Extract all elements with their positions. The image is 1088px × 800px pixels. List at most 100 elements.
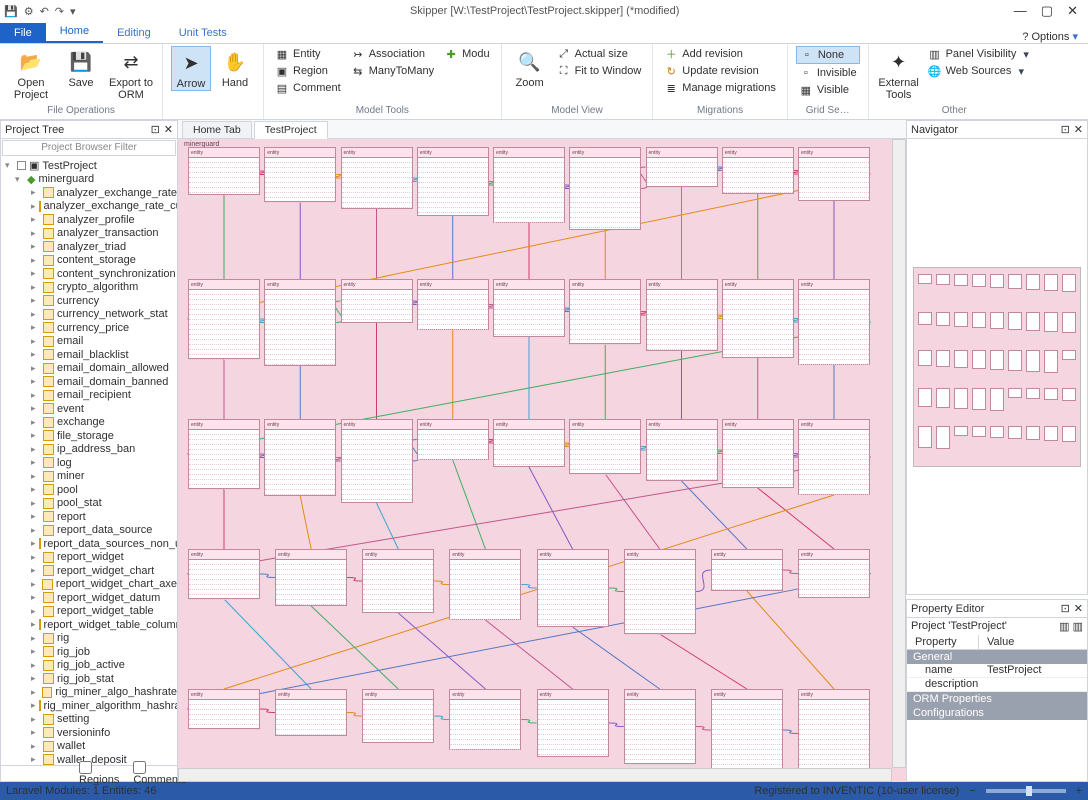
tree-item[interactable]: ▸report_data_sources_non_unique: [1, 537, 177, 551]
gear-icon[interactable]: ⚙: [24, 5, 34, 18]
entity-box[interactable]: entity: [624, 549, 696, 634]
close-icon[interactable]: ✕: [1074, 602, 1083, 615]
entity-box[interactable]: entity: [798, 419, 870, 495]
entity-box[interactable]: entity: [798, 279, 870, 365]
entity-box[interactable]: entity: [362, 549, 434, 613]
tree-item[interactable]: ▸report_widget_chart_axe: [1, 578, 177, 592]
v-scrollbar[interactable]: [892, 139, 906, 768]
tree-item[interactable]: ▸rig_job_active: [1, 659, 177, 673]
tree-item[interactable]: ▸rig_miner_algorithm_hashrate: [1, 699, 177, 713]
grid-none-button[interactable]: ▫None: [796, 46, 860, 64]
h-scrollbar[interactable]: [178, 768, 892, 782]
module-button[interactable]: ✚Modu: [441, 46, 493, 62]
tree-item[interactable]: ▸rig: [1, 632, 177, 646]
fit-window-button[interactable]: ⛶Fit to Window: [554, 63, 645, 79]
tree-module[interactable]: ▾◆minerguard: [1, 173, 177, 187]
entity-box[interactable]: entity: [188, 279, 260, 359]
tree-item[interactable]: ▸analyzer_triad: [1, 240, 177, 254]
entity-box[interactable]: entity: [188, 419, 260, 489]
entity-box[interactable]: entity: [449, 689, 521, 750]
add-revision-button[interactable]: ＋Add revision: [661, 46, 779, 62]
section-config[interactable]: Configurations: [907, 706, 1087, 720]
tree-item[interactable]: ▸setting: [1, 713, 177, 727]
options-toggle[interactable]: ? Options ▾: [1012, 30, 1088, 43]
pin-icon[interactable]: ⊡: [1061, 602, 1070, 615]
tab-unit-tests[interactable]: Unit Tests: [165, 23, 241, 43]
export-orm-button[interactable]: ⇄Export to ORM: [108, 46, 154, 101]
entity-box[interactable]: entity: [569, 279, 641, 344]
grid-visible-button[interactable]: ▦Visible: [796, 82, 860, 98]
project-tree[interactable]: ▾▣TestProject ▾◆minerguard ▸analyzer_exc…: [1, 157, 177, 765]
update-revision-button[interactable]: ↻Update revision: [661, 63, 779, 79]
entity-box[interactable]: entity: [537, 689, 609, 757]
tree-item[interactable]: ▸report_widget_chart: [1, 564, 177, 578]
file-tab[interactable]: File: [0, 23, 46, 43]
entity-button[interactable]: ▦Entity: [272, 46, 344, 62]
association-button[interactable]: ↣Association: [348, 46, 437, 62]
diagram-viewport[interactable]: minerguard entityentityentityentityentit…: [178, 139, 906, 782]
entity-box[interactable]: entity: [341, 279, 413, 323]
grid-invisible-button[interactable]: ▫Invisible: [796, 65, 860, 81]
tab-editing[interactable]: Editing: [103, 23, 165, 43]
tree-item[interactable]: ▸ip_address_ban: [1, 443, 177, 457]
tree-item[interactable]: ▸content_storage: [1, 254, 177, 268]
tree-item[interactable]: ▸report_widget_datum: [1, 591, 177, 605]
entity-box[interactable]: entity: [341, 147, 413, 209]
zoom-slider[interactable]: [986, 789, 1066, 793]
zoom-out-button[interactable]: −: [969, 785, 975, 797]
section-orm[interactable]: ORM Properties: [907, 692, 1087, 706]
entity-box[interactable]: entity: [798, 147, 870, 201]
tree-item[interactable]: ▸currency: [1, 294, 177, 308]
save-button[interactable]: 💾Save: [58, 46, 104, 89]
tree-item[interactable]: ▸report_widget_table: [1, 605, 177, 619]
actual-size-button[interactable]: ⤢Actual size: [554, 46, 645, 62]
tree-item[interactable]: ▸pool_stat: [1, 497, 177, 511]
hand-tool-button[interactable]: ✋Hand: [215, 46, 255, 89]
tree-item[interactable]: ▸wallet: [1, 740, 177, 754]
tree-item[interactable]: ▸analyzer_exchange_rate_current: [1, 200, 177, 214]
tree-item[interactable]: ▸exchange: [1, 416, 177, 430]
tree-item[interactable]: ▸analyzer_exchange_rate: [1, 186, 177, 200]
tree-item[interactable]: ▸currency_network_stat: [1, 308, 177, 322]
external-tools-button[interactable]: ✦External Tools: [877, 46, 921, 101]
region-button[interactable]: ▣Region: [272, 63, 344, 79]
close-icon[interactable]: ✕: [164, 123, 173, 136]
entity-box[interactable]: entity: [722, 419, 794, 488]
tree-item[interactable]: ▸versioninfo: [1, 726, 177, 740]
tree-item[interactable]: ▸email_domain_allowed: [1, 362, 177, 376]
tree-item[interactable]: ▸report_widget: [1, 551, 177, 565]
tree-item[interactable]: ▸report: [1, 510, 177, 524]
entity-box[interactable]: entity: [188, 549, 260, 599]
entity-box[interactable]: entity: [493, 147, 565, 223]
manage-migrations-button[interactable]: ≣Manage migrations: [661, 80, 779, 96]
zoom-in-button[interactable]: +: [1076, 785, 1082, 797]
close-icon[interactable]: ✕: [1074, 123, 1083, 136]
entity-box[interactable]: entity: [493, 279, 565, 337]
entity-box[interactable]: entity: [188, 689, 260, 729]
entity-box[interactable]: entity: [569, 147, 641, 230]
entity-box[interactable]: entity: [417, 419, 489, 460]
checkbox[interactable]: [17, 161, 26, 170]
tree-item[interactable]: ▸rig_job: [1, 645, 177, 659]
entity-box[interactable]: entity: [275, 689, 347, 736]
redo-icon[interactable]: ↷: [55, 5, 64, 18]
save-icon[interactable]: 💾: [4, 5, 18, 18]
open-project-button[interactable]: 📂Open Project: [8, 46, 54, 101]
tree-item[interactable]: ▸currency_price: [1, 321, 177, 335]
tree-item[interactable]: ▸email: [1, 335, 177, 349]
entity-box[interactable]: entity: [188, 147, 260, 195]
pin-icon[interactable]: ⊡: [151, 123, 160, 136]
prop-row-name[interactable]: nameTestProject: [907, 664, 1087, 678]
tree-root[interactable]: ▾▣TestProject: [1, 159, 177, 173]
tree-item[interactable]: ▸rig_miner_algo_hashrate: [1, 686, 177, 700]
entity-box[interactable]: entity: [722, 147, 794, 194]
manytomany-button[interactable]: ⇆ManyToMany: [348, 63, 437, 79]
entity-box[interactable]: entity: [537, 549, 609, 627]
entity-box[interactable]: entity: [711, 549, 783, 591]
home-tab[interactable]: Home Tab: [182, 121, 252, 138]
entity-box[interactable]: entity: [275, 549, 347, 606]
project-filter-input[interactable]: Project Browser Filter: [2, 140, 176, 156]
zoom-button[interactable]: 🔍Zoom: [510, 46, 550, 89]
undo-icon[interactable]: ↶: [40, 5, 49, 18]
tree-item[interactable]: ▸report_widget_table_column: [1, 618, 177, 632]
